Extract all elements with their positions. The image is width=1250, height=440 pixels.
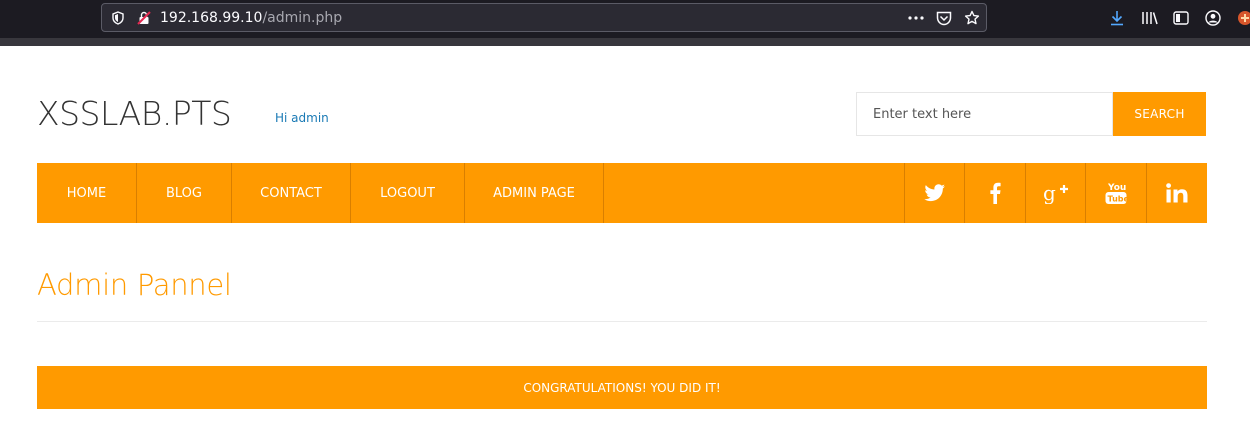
twitter-icon[interactable] — [904, 163, 964, 223]
sidebar-icon[interactable] — [1172, 9, 1190, 27]
nav-item-contact[interactable]: CONTACT — [232, 163, 351, 223]
toolbar-separator — [0, 38, 1250, 46]
pocket-icon[interactable] — [936, 10, 952, 26]
success-banner: CONGRATULATIONS! YOU DID IT! — [37, 366, 1207, 409]
youtube-icon[interactable]: You Tube — [1085, 163, 1145, 223]
bookmark-star-icon[interactable] — [964, 10, 980, 26]
library-icon[interactable] — [1141, 9, 1159, 27]
shield-icon[interactable] — [110, 10, 126, 26]
address-bar[interactable]: 192.168.99.10/admin.php — [101, 3, 987, 32]
svg-text:Tube: Tube — [1107, 195, 1127, 204]
url-text[interactable]: 192.168.99.10/admin.php — [160, 10, 342, 26]
account-icon[interactable] — [1204, 9, 1222, 27]
user-greeting[interactable]: Hi admin — [275, 111, 329, 125]
title-divider — [37, 321, 1207, 322]
extension-icon[interactable] — [1236, 9, 1250, 27]
svg-text:g: g — [1043, 182, 1056, 204]
nav-item-home[interactable]: HOME — [37, 163, 137, 223]
downloads-icon[interactable] — [1108, 9, 1126, 27]
nav-item-admin-page[interactable]: ADMIN PAGE — [465, 163, 604, 223]
more-actions-icon[interactable] — [908, 10, 924, 26]
url-host: 192.168.99.10 — [160, 10, 263, 26]
main-nav: HOME BLOG CONTACT LOGOUT ADMIN PAGE g Yo… — [37, 163, 1207, 223]
facebook-icon[interactable] — [964, 163, 1024, 223]
svg-text:You: You — [1107, 183, 1126, 193]
nav-item-logout[interactable]: LOGOUT — [351, 163, 465, 223]
site-logo[interactable]: XSSLAB.PTS — [37, 94, 232, 133]
google-plus-icon[interactable]: g — [1025, 163, 1085, 223]
insecure-lock-icon[interactable] — [136, 10, 152, 26]
url-path: /admin.php — [262, 10, 343, 26]
search-button[interactable]: SEARCH — [1113, 92, 1206, 136]
page-title: Admin Pannel — [37, 268, 232, 302]
browser-toolbar: 192.168.99.10/admin.php — [0, 0, 1250, 38]
nav-item-blog[interactable]: BLOG — [137, 163, 232, 223]
linkedin-icon[interactable] — [1146, 163, 1207, 223]
search-input[interactable] — [856, 92, 1113, 136]
